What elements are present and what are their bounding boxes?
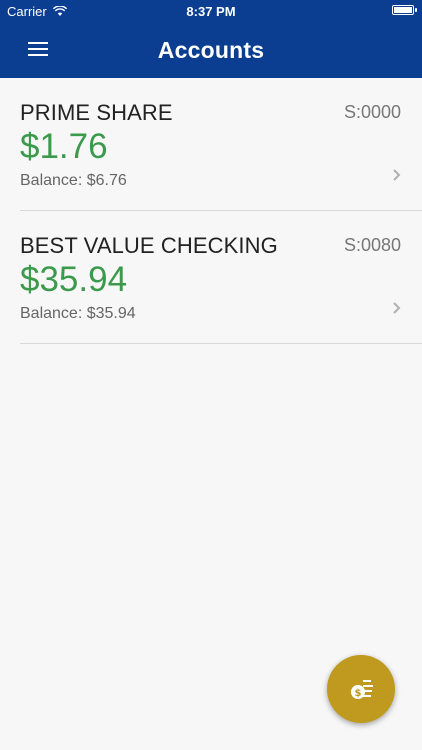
transfer-money-icon: $ [351,680,373,699]
account-id: S:0080 [343,235,401,255]
accounts-list: PRIME SHARE S:0000 $1.76 Balance: $6.76 … [0,78,422,344]
status-bar: Carrier 8:37 PM [0,0,422,22]
svg-text:$: $ [355,688,362,699]
page-title: Accounts [157,37,265,63]
chevron-right-icon [393,169,401,181]
account-balance: Balance: $35.94 [20,305,136,322]
nav-bar: Accounts [0,22,422,78]
battery-icon [392,5,417,15]
account-id: S:0000 [343,102,401,122]
account-available-amount: $1.76 [20,127,108,166]
account-row[interactable]: BEST VALUE CHECKING S:0080 $35.94 Balanc… [20,211,422,344]
account-name: PRIME SHARE [20,100,173,125]
transfer-money-button[interactable]: $ [327,655,395,723]
chevron-right-icon [393,302,401,314]
account-balance: Balance: $6.76 [20,172,127,189]
account-row[interactable]: PRIME SHARE S:0000 $1.76 Balance: $6.76 [20,78,422,211]
clock: 8:37 PM [186,4,236,19]
account-name: BEST VALUE CHECKING [20,233,278,258]
top-bar: Carrier 8:37 PM Accounts [0,0,422,78]
account-available-amount: $35.94 [20,260,128,299]
